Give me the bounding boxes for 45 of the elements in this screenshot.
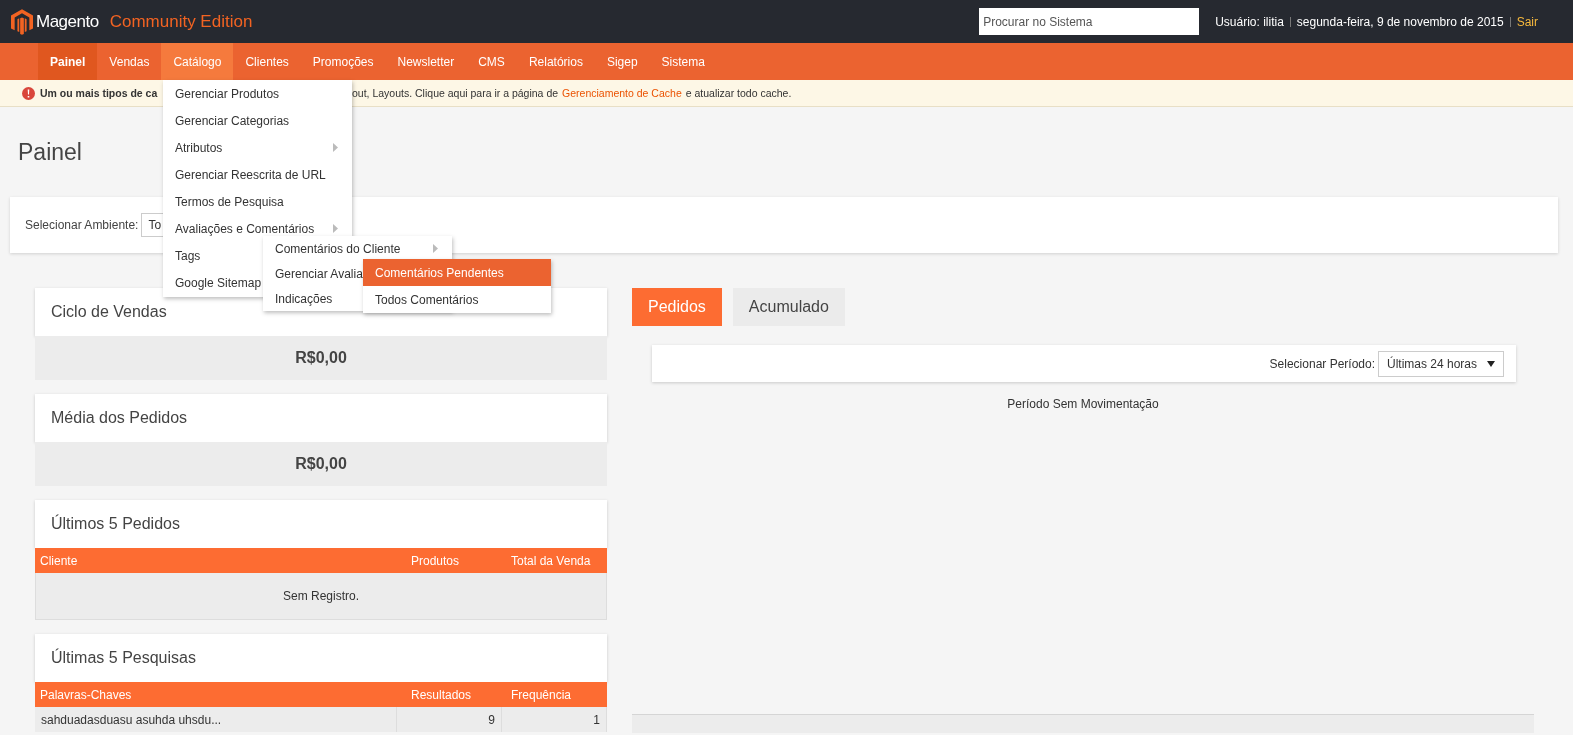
column-header: Resultados <box>410 687 473 702</box>
menu-item[interactable]: Comentários do Cliente <box>263 236 452 261</box>
column-header: Produtos <box>410 553 461 568</box>
search-field[interactable]: Procurar no Sistema <box>979 8 1200 35</box>
menu-item[interactable]: Gerenciar Reescrita de URL <box>163 161 352 188</box>
empty-message: Sem Registro. <box>35 573 607 620</box>
card-value: R$0,00 <box>35 336 607 380</box>
card-value: R$0,00 <box>35 442 607 486</box>
card-header: Últimos 5 Pedidos <box>35 500 607 548</box>
submenu-arrow-icon <box>333 224 338 233</box>
chart-tab[interactable]: Acumulado <box>732 288 845 326</box>
page-title: Painel <box>18 138 82 166</box>
table-cell: 1 <box>502 707 607 732</box>
table-cell: sahduadasduasu asuhda uhsdu... <box>35 707 397 732</box>
table-cell: 9 <box>397 707 502 732</box>
notice-text: Um ou mais tipos de ca <box>40 87 158 99</box>
menu-item[interactable]: Gerenciar Produtos <box>163 80 352 107</box>
card-header: Média dos Pedidos <box>35 394 607 442</box>
logo-icon <box>11 8 33 35</box>
submenu-arrow-icon <box>333 143 338 152</box>
caret-icon <box>1487 360 1495 367</box>
column-header: Frequência <box>510 687 573 702</box>
menu-item[interactable]: Todos Comentários <box>363 286 551 313</box>
column-header: Cliente <box>39 553 79 568</box>
brand-name: Magento <box>36 11 99 32</box>
current-date: segunda-feira, 9 de novembro de 2015 <box>1296 14 1504 29</box>
nav-item[interactable]: Painel <box>38 43 98 80</box>
cache-link[interactable]: Gerenciamento de Cache <box>562 87 682 99</box>
column-header: Total da Venda <box>510 553 592 568</box>
empty-chart-message: Período Sem Movimentação <box>1007 397 1159 411</box>
store-switcher-label: Selecionar Ambiente: <box>25 218 139 232</box>
period-select[interactable]: Últimas 24 horas <box>1378 350 1504 377</box>
logout-link[interactable]: Sair <box>1516 14 1538 29</box>
menu-item[interactable]: Gerenciar Categorias <box>163 107 352 134</box>
card-header: Últimas 5 Pesquisas <box>35 634 607 682</box>
menu-item[interactable]: Atributos <box>163 134 352 161</box>
edition-name: Community Edition <box>109 11 253 32</box>
notice-text: out, Layouts. Clique aqui para ir a página de <box>352 87 559 99</box>
menu-item[interactable]: Termos de Pesquisa <box>163 188 352 215</box>
user-name: Usuário: ilitia <box>1215 14 1284 29</box>
period-label: Selecionar Período: <box>1269 356 1375 371</box>
column-header: Palavras-Chaves <box>39 687 133 702</box>
notice-text: e atualizar todo cache. <box>685 87 792 99</box>
submenu-arrow-icon <box>433 244 438 253</box>
error-icon <box>22 86 35 100</box>
